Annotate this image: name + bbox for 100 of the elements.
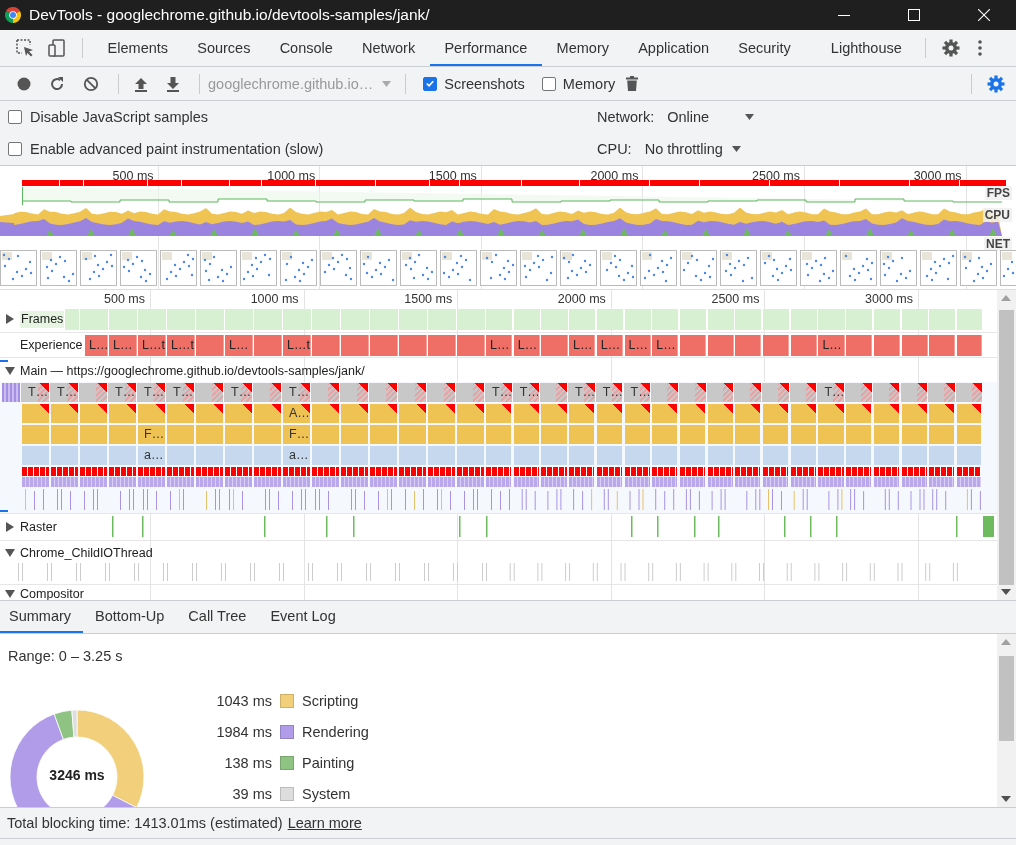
settings-icon[interactable] <box>942 39 961 57</box>
device-icon[interactable] <box>48 39 66 57</box>
frame-block[interactable] <box>735 309 762 330</box>
function-block[interactable] <box>399 404 426 423</box>
paint-event-block[interactable] <box>873 467 899 476</box>
frame-block[interactable] <box>901 309 928 330</box>
frame-block[interactable] <box>846 309 873 330</box>
task-block[interactable] <box>955 383 982 402</box>
frame-block[interactable] <box>167 309 195 330</box>
paint-event-block[interactable] <box>225 467 252 476</box>
function-block[interactable] <box>624 425 650 444</box>
panel-tab[interactable]: Security <box>723 30 806 66</box>
paint-event-block[interactable] <box>624 467 650 476</box>
frame-block[interactable] <box>596 309 623 330</box>
paint-event-block[interactable] <box>541 467 567 476</box>
paint-event-block[interactable] <box>846 467 872 476</box>
task-block[interactable] <box>427 383 455 402</box>
layout-event-block[interactable] <box>513 477 539 487</box>
task-block[interactable] <box>79 383 107 402</box>
layout-event-block[interactable] <box>873 477 899 487</box>
function-block[interactable] <box>109 404 136 423</box>
paint-event-block[interactable] <box>596 467 622 476</box>
paint-event-block[interactable] <box>513 467 539 476</box>
details-tab[interactable]: Bottom-Up <box>86 601 177 633</box>
function-block[interactable] <box>873 425 899 444</box>
layout-shift-block[interactable]: L… <box>513 335 540 356</box>
checkbox[interactable] <box>541 76 556 91</box>
frame-block[interactable] <box>399 309 427 330</box>
layout-shift-block[interactable] <box>312 335 340 356</box>
function-block[interactable] <box>254 404 281 423</box>
function-block[interactable]: a… <box>283 446 310 465</box>
clear-icon[interactable] <box>83 75 99 92</box>
reload-icon[interactable] <box>49 75 65 92</box>
function-block[interactable] <box>901 425 927 444</box>
paint-event-block[interactable] <box>254 467 281 476</box>
function-block[interactable] <box>763 404 789 423</box>
layout-shift-block[interactable]: L…t <box>138 335 166 356</box>
layout-shift-block[interactable] <box>254 335 282 356</box>
panel-tab[interactable]: Sources <box>182 30 266 66</box>
paint-event-block[interactable] <box>109 467 136 476</box>
throttle-select[interactable]: No throttling <box>644 141 741 157</box>
frame-block[interactable] <box>341 309 369 330</box>
panel-tab[interactable]: Network <box>347 30 430 66</box>
task-block[interactable]: T… <box>282 383 310 402</box>
paint-event-block[interactable] <box>956 467 982 476</box>
task-block[interactable] <box>540 383 568 402</box>
frame-block[interactable] <box>873 309 900 330</box>
details-tab[interactable]: Event Log <box>261 601 348 633</box>
layout-shift-block[interactable]: L… <box>596 335 623 356</box>
checkbox[interactable] <box>8 142 22 156</box>
checkbox[interactable] <box>423 76 438 91</box>
layout-shift-block[interactable]: L… <box>486 335 513 356</box>
function-block[interactable] <box>370 404 397 423</box>
frame-block[interactable] <box>763 309 790 330</box>
function-block[interactable] <box>846 425 872 444</box>
paint-event-block[interactable] <box>399 467 426 476</box>
task-block[interactable] <box>845 383 872 402</box>
function-block[interactable] <box>225 404 252 423</box>
function-block[interactable] <box>790 404 816 423</box>
layout-shift-block[interactable]: L… <box>624 335 651 356</box>
function-block[interactable] <box>428 404 455 423</box>
paint-event-block[interactable] <box>790 467 816 476</box>
layout-event-block[interactable] <box>956 477 982 487</box>
paint-event-block[interactable] <box>763 467 789 476</box>
layout-shift-block[interactable] <box>428 335 456 356</box>
layout-shift-block[interactable]: L… <box>569 335 596 356</box>
paint-event-block[interactable] <box>428 467 455 476</box>
collapse-arrow-icon[interactable] <box>5 548 15 558</box>
layout-shift-block[interactable] <box>929 335 956 356</box>
frame-block[interactable] <box>956 309 983 330</box>
record-icon[interactable] <box>17 76 31 91</box>
layout-event-block[interactable] <box>652 477 678 487</box>
paint-event-block[interactable] <box>569 467 595 476</box>
layout-event-block[interactable] <box>901 477 927 487</box>
function-block[interactable] <box>929 425 955 444</box>
panel-tab[interactable]: Memory <box>542 30 624 66</box>
task-block[interactable] <box>2 383 20 402</box>
details-tab[interactable]: Summary <box>0 601 84 633</box>
task-block[interactable] <box>369 383 397 402</box>
frame-block[interactable] <box>569 309 596 330</box>
delete-icon[interactable] <box>626 76 639 91</box>
layout-event-block[interactable] <box>624 477 650 487</box>
scroll-down-icon[interactable] <box>1001 796 1011 802</box>
function-block[interactable]: F… <box>283 425 310 444</box>
paint-event-block[interactable] <box>929 467 955 476</box>
panel-tab[interactable]: Console <box>265 30 348 66</box>
frame-block[interactable] <box>225 309 253 330</box>
layout-event-block[interactable] <box>569 477 595 487</box>
layout-shift-block[interactable] <box>846 335 873 356</box>
scrollbar[interactable] <box>997 290 1016 600</box>
frame-block[interactable] <box>428 309 456 330</box>
function-block[interactable] <box>707 404 733 423</box>
layout-event-block[interactable] <box>846 477 872 487</box>
cursor-select-icon[interactable] <box>16 39 34 57</box>
task-block[interactable] <box>789 383 817 402</box>
task-block[interactable] <box>398 383 426 402</box>
task-block[interactable]: T… <box>21 383 49 402</box>
close-icon[interactable] <box>978 9 990 21</box>
function-block[interactable] <box>138 404 165 423</box>
frame-block[interactable] <box>624 309 651 330</box>
